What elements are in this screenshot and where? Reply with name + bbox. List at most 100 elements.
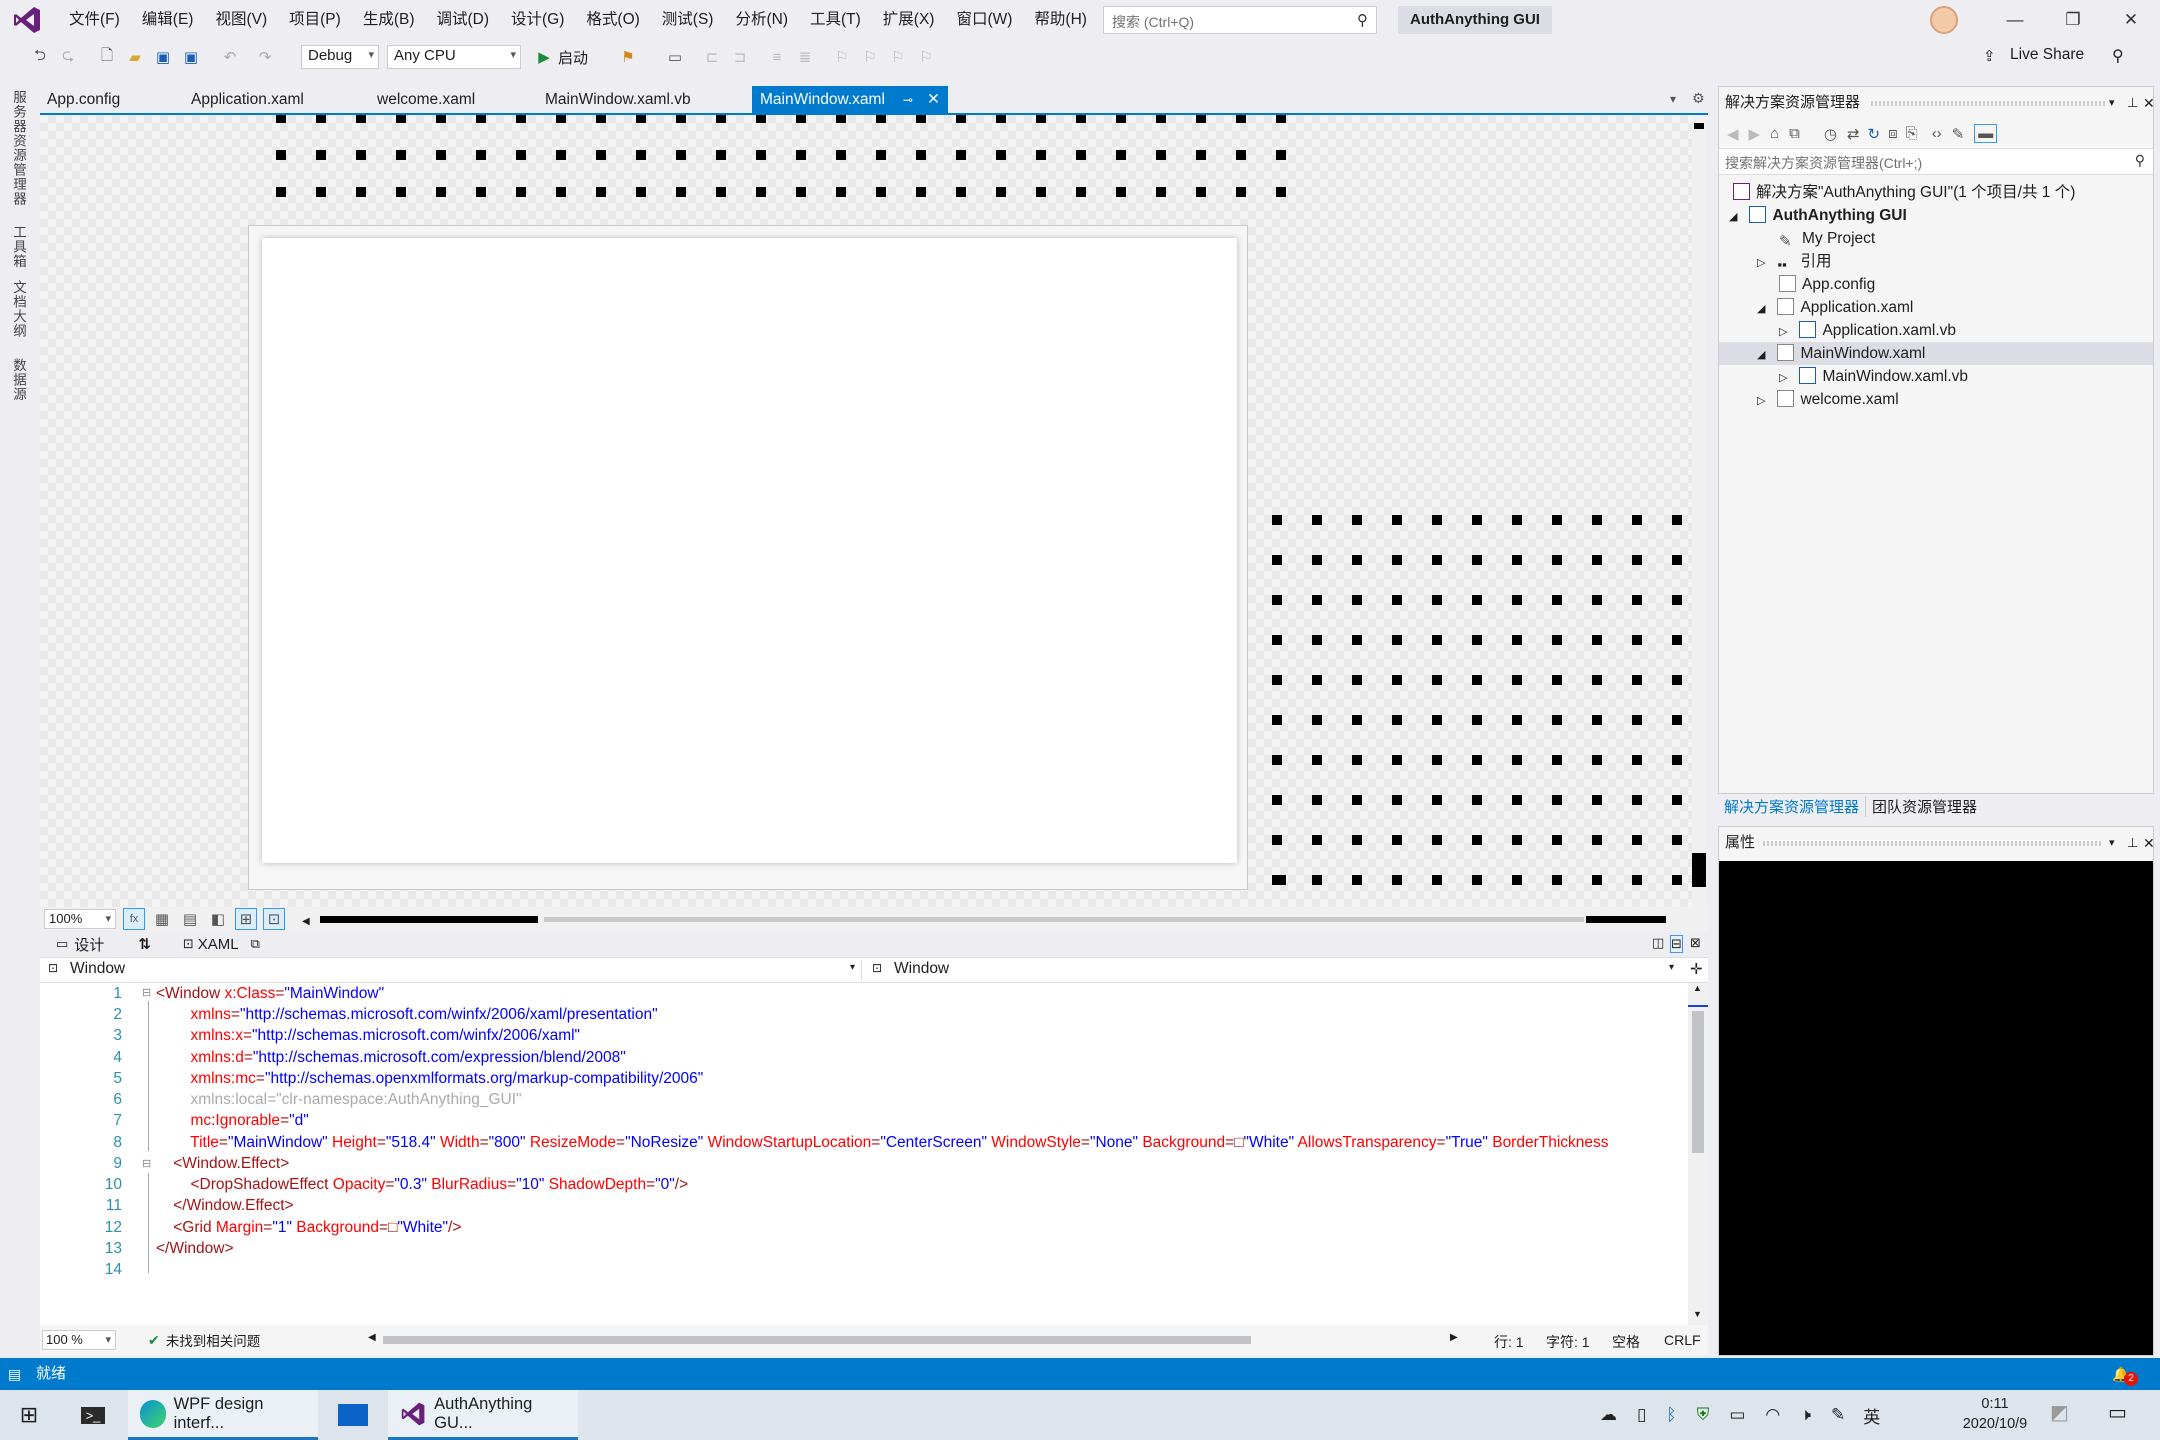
issues-text[interactable]: 未找到相关问题 [166,1330,261,1350]
properties-wrench-icon[interactable]: ✎ [1952,125,1965,143]
indent-mode[interactable]: 空格 [1612,1332,1640,1352]
hscroll-right-icon[interactable]: ▶ [1450,1332,1458,1343]
onedrive-icon[interactable]: ☁ [1600,1405,1617,1425]
data-sources-tab[interactable]: 数据源 [8,358,28,402]
project-code-icon[interactable]: ⊡ [263,908,285,930]
refresh-icon[interactable]: ↻ [1868,125,1881,143]
horizontal-split-icon[interactable]: ⊟ [1670,935,1683,953]
pin-panel-icon[interactable]: ⊥ [2127,87,2138,119]
tab-application-xaml[interactable]: Application.xaml [184,86,370,114]
clock[interactable]: 0:11 2020/10/9 [1950,1394,2040,1434]
start-play-icon[interactable]: ▶ [533,46,555,68]
menu-project[interactable]: 项目(P) [278,0,352,40]
undo-icon[interactable]: ↶ [219,46,241,68]
menu-analyze[interactable]: 分析(N) [724,0,799,40]
forward-icon[interactable]: ▶ [1749,125,1761,143]
code-vertical-scrollbar[interactable]: ▲ ▼ [1688,983,1708,1325]
element-select-left[interactable]: ⊡ Window ▾ [44,960,862,981]
configuration-select[interactable]: Debug [301,45,379,69]
vertical-scroll-thumb[interactable] [1692,853,1706,887]
element-select-right[interactable]: ⊡ Window ▾ [868,960,1680,981]
menu-tools[interactable]: 工具(T) [799,0,872,40]
tree-my-project[interactable]: ✎ My Project [1719,227,2153,250]
tab-mainwindow-xaml-vb[interactable]: MainWindow.xaml.vb [538,86,752,114]
tree-welcome-xaml[interactable]: ▷ welcome.xaml [1719,388,2153,411]
home-icon[interactable]: ⌂ [1770,125,1779,142]
pin-tab-icon[interactable]: ⊸ [903,93,913,107]
code-line[interactable]: xmlns:mc="http://schemas.openxmlformats.… [156,1070,703,1088]
search-box[interactable]: 搜索 (Ctrl+Q) ⚲ [1103,6,1377,34]
document-outline-tab[interactable]: 文档大纲 [8,280,28,338]
horizontal-scroll-thumb[interactable] [320,916,538,923]
code-line[interactable]: xmlns:local="clr-namespace:AuthAnything_… [156,1091,521,1109]
code-line[interactable]: </Window> [156,1240,234,1258]
code-line[interactable]: <Window.Effect> [156,1155,289,1173]
tab-overflow-icon[interactable]: ▾ [1670,92,1676,106]
forward-icon[interactable]: ⮎ [57,46,79,68]
close-panel-icon[interactable]: ✕ [2143,87,2155,119]
scroll-left-icon[interactable]: ◀ [302,916,310,927]
tree-references[interactable]: ▷ ▪▪ 引用 [1719,250,2153,273]
usb-icon[interactable]: ▯ [1637,1405,1646,1425]
editor-horizontal-scroll-thumb[interactable] [383,1336,1251,1344]
design-view-icon[interactable]: ▭ [56,936,68,952]
pen-icon[interactable]: ✎ [1831,1405,1845,1425]
hscroll-left-icon[interactable]: ◀ [368,1332,376,1343]
tree-project-node[interactable]: ◢ AuthAnything GUI [1719,204,2153,227]
open-file-icon[interactable]: ▰ [124,46,146,68]
start-button[interactable]: 启动 [558,47,588,68]
popout-xaml-icon[interactable]: ⧉ [251,936,260,952]
solution-search-box[interactable]: 搜索解决方案资源管理器(Ctrl+;) ⚲ [1719,149,2153,175]
code-line[interactable]: <Window x:Class="MainWindow" [156,985,384,1003]
xaml-tab[interactable]: XAML [198,936,239,953]
scroll-down-icon[interactable]: ▼ [1693,1309,1702,1319]
code-line[interactable]: xmlns:x="http://schemas.microsoft.com/wi… [156,1027,580,1045]
tree-solution-node[interactable]: 解决方案"AuthAnything GUI"(1 个项目/共 1 个) [1719,181,2153,204]
device-preview-icon[interactable]: ▭ [664,46,686,68]
volume-muted-icon[interactable]: 🕨 [1800,1405,1811,1425]
tab-mainwindow-xaml[interactable]: MainWindow.xaml ⊸ ✕ [752,86,948,114]
save-all-icon[interactable]: ▣ [180,46,202,68]
show-all-files-icon[interactable]: ⎘ [1906,125,1918,142]
collapsed-arrow-icon[interactable]: ▷ [1757,257,1765,269]
code-line[interactable]: xmlns="http://schemas.microsoft.com/winf… [156,1006,657,1024]
toolbox-tab[interactable]: 工具箱 [8,225,28,269]
expanded-arrow-icon[interactable]: ◢ [1757,303,1765,315]
code-line[interactable]: </Window.Effect> [156,1197,293,1215]
menu-format[interactable]: 格式(O) [575,0,650,40]
menu-edit[interactable]: 编辑(E) [131,0,205,40]
tab-app-config[interactable]: App.config [40,86,184,114]
tree-application-xaml[interactable]: ◢ Application.xaml [1719,296,2153,319]
menu-debug[interactable]: 调试(D) [425,0,500,40]
action-center-icon[interactable]: ▭ [2108,1400,2127,1425]
back-icon[interactable]: ◀ [1727,125,1739,143]
panel-menu-icon[interactable]: ▾ [2109,827,2115,859]
server-explorer-tab[interactable]: 服务器资源管理器 [8,90,28,206]
effects-toggle-icon[interactable]: fx [123,908,145,930]
editor-zoom-select[interactable]: 100 % [42,1330,116,1350]
tab-settings-icon[interactable]: ⚙ [1692,90,1705,107]
expanded-arrow-icon[interactable]: ◢ [1757,349,1765,361]
defender-icon[interactable]: ⛨ [1697,1405,1710,1425]
back-icon[interactable]: ⮌ [29,46,51,68]
code-line[interactable]: <Grid Margin="1" Background=□"White"/> [156,1219,461,1237]
collapse-pane-icon[interactable]: ⊠ [1690,935,1701,951]
visual-studio-logo-icon[interactable] [12,5,42,35]
scroll-up-icon[interactable]: ▲ [1693,983,1702,993]
switch-views-icon[interactable]: ⧉ [1789,125,1800,142]
feedback-icon[interactable]: ⚲ [2112,46,2124,66]
xaml-view-icon[interactable]: ⊡ [183,936,194,952]
collapse-window-icon[interactable]: ⊟ [142,986,151,999]
designer-zoom-select[interactable]: 100% [44,909,116,929]
collapse-all-icon[interactable]: ⧈ [1888,125,1898,142]
line-ending[interactable]: CRLF [1664,1332,1701,1348]
tree-mainwindow-xaml[interactable]: ◢ MainWindow.xaml [1719,342,2153,365]
swap-panes-icon[interactable]: ⇅ [138,935,151,953]
menu-file[interactable]: 文件(F) [58,0,131,40]
design-tab[interactable]: 设计 [74,934,104,955]
taskbar-visual-studio[interactable]: AuthAnything GU... [388,1390,578,1440]
mail-icon[interactable] [318,1390,388,1440]
panel-menu-icon[interactable]: ▾ [2109,87,2115,119]
view-code-icon[interactable]: ‹› [1932,125,1942,142]
code-line[interactable]: xmlns:d="http://schemas.microsoft.com/ex… [156,1049,625,1067]
